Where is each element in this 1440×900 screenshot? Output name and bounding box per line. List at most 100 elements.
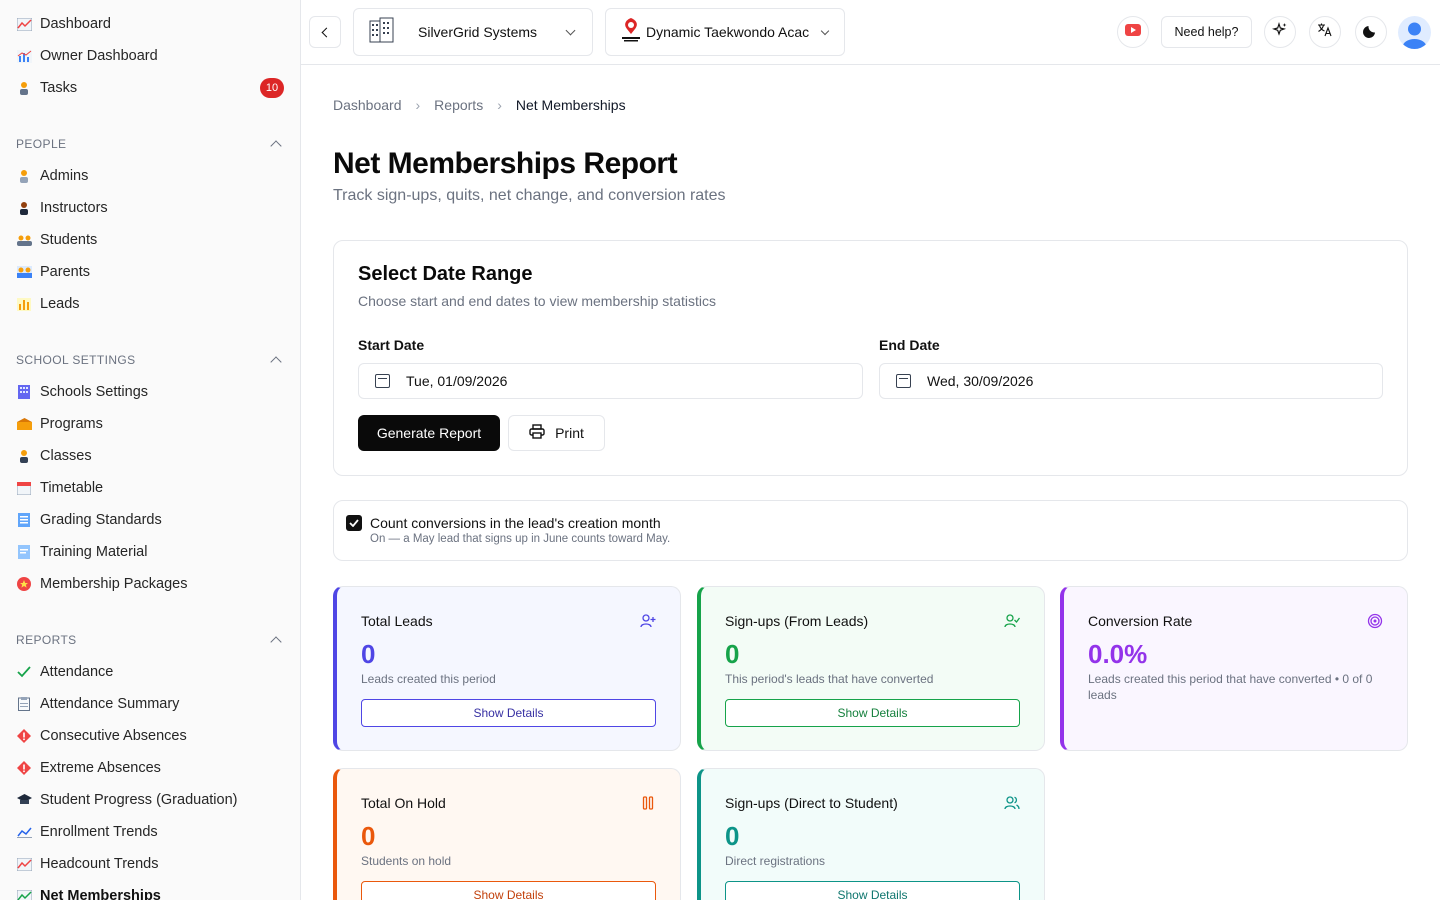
sidebar-item-admins[interactable]: Admins <box>16 164 284 188</box>
sidebar-item-owner-dashboard[interactable]: Owner Dashboard <box>16 44 284 68</box>
sidebar-item-parents[interactable]: Parents <box>16 260 284 284</box>
sidebar-item-tasks[interactable]: Tasks 10 <box>16 76 284 100</box>
ai-sparkle-button[interactable] <box>1264 16 1296 48</box>
school-selector[interactable]: Dynamic Taekwondo Acac <box>605 8 845 56</box>
user-avatar[interactable] <box>1398 16 1431 49</box>
sidebar-item-programs[interactable]: Programs <box>16 412 284 436</box>
breadcrumb-current: Net Memberships <box>515 97 626 113</box>
stat-value: 0 <box>725 639 740 669</box>
page-title: Net Memberships Report <box>333 147 678 180</box>
organization-selector[interactable]: SilverGrid Systems <box>353 8 593 56</box>
sidebar-item-student-progress[interactable]: Student Progress (Graduation) <box>16 788 284 812</box>
calendar-icon <box>16 480 32 496</box>
file-icon <box>16 544 32 560</box>
users-icon <box>1004 795 1020 811</box>
topbar: SilverGrid Systems Dynamic Taekwondo Aca… <box>301 0 1440 65</box>
parents-icon <box>16 264 32 280</box>
chart-icon <box>16 16 32 32</box>
sidebar-item-attendance-summary[interactable]: Attendance Summary <box>16 692 284 716</box>
signups-from-leads-card: Sign-ups (From Leads) 0 This period's le… <box>697 586 1045 751</box>
end-date-input[interactable]: Wed, 30/09/2026 <box>879 363 1383 399</box>
chevron-up-icon <box>270 140 282 152</box>
warning-diamond-icon <box>16 760 32 776</box>
sidebar-item-dashboard[interactable]: Dashboard <box>16 12 284 36</box>
need-help-button[interactable]: Need help? <box>1161 16 1252 48</box>
sidebar-item-timetable[interactable]: Timetable <box>16 476 284 500</box>
language-button[interactable] <box>1309 16 1341 48</box>
dark-mode-toggle[interactable] <box>1355 16 1387 48</box>
total-on-hold-show-details-button[interactable]: Show Details <box>361 881 656 900</box>
person-icon <box>16 80 32 96</box>
translate-icon <box>1317 22 1333 43</box>
stat-description: Students on hold <box>361 854 452 868</box>
user-plus-icon <box>640 613 656 629</box>
main-content: Dashboard › Reports › Net Memberships Ne… <box>301 65 1440 900</box>
check-icon <box>349 514 359 532</box>
start-date-input[interactable]: Tue, 01/09/2026 <box>358 363 863 399</box>
stat-description: This period's leads that have converted <box>725 672 934 686</box>
stat-description: Direct registrations <box>725 854 826 868</box>
generate-report-button[interactable]: Generate Report <box>358 415 500 451</box>
user-avatar-icon <box>1398 22 1431 49</box>
sidebar-item-consecutive-absences[interactable]: Consecutive Absences <box>16 724 284 748</box>
sidebar-item-headcount-trends[interactable]: Headcount Trends <box>16 852 284 876</box>
sidebar-item-students[interactable]: Students <box>16 228 284 252</box>
sidebar-item-classes[interactable]: Classes <box>16 444 284 468</box>
tasks-count-badge: 10 <box>260 78 284 98</box>
youtube-button[interactable] <box>1117 16 1149 48</box>
warning-diamond-icon <box>16 728 32 744</box>
sidebar-item-leads[interactable]: Leads <box>16 292 284 316</box>
chevron-up-icon <box>270 356 282 368</box>
calendar-icon <box>896 374 911 388</box>
breadcrumb-dashboard[interactable]: Dashboard <box>333 97 402 113</box>
conversion-month-checkbox[interactable] <box>346 515 362 531</box>
section-people-header[interactable]: PEOPLE <box>16 134 284 154</box>
signups-from-leads-show-details-button[interactable]: Show Details <box>725 699 1020 727</box>
sidebar-item-membership-packages[interactable]: Membership Packages <box>16 572 284 596</box>
leads-icon <box>16 296 32 312</box>
clipboard-icon <box>16 696 32 712</box>
conversion-option-label[interactable]: Count conversions in the lead's creation… <box>370 515 661 531</box>
target-icon <box>1367 613 1383 629</box>
building-icon <box>16 384 32 400</box>
start-date-label: Start Date <box>358 337 425 353</box>
page-subtitle: Track sign-ups, quits, net change, and c… <box>333 187 726 204</box>
sidebar-item-grading-standards[interactable]: Grading Standards <box>16 508 284 532</box>
signups-direct-card: Sign-ups (Direct to Student) 0 Direct re… <box>697 768 1045 900</box>
sidebar-item-instructors[interactable]: Instructors <box>16 196 284 220</box>
print-button[interactable]: Print <box>508 415 605 451</box>
calendar-icon <box>375 374 390 388</box>
sidebar-item-training-material[interactable]: Training Material <box>16 540 284 564</box>
youtube-icon <box>1125 23 1141 41</box>
chevron-right-icon: › <box>497 97 502 113</box>
chevron-down-icon <box>565 25 576 36</box>
stat-title: Conversion Rate <box>1088 613 1193 629</box>
date-range-card: Select Date Range Choose start and end d… <box>333 240 1408 476</box>
instructor-icon <box>16 200 32 216</box>
check-icon <box>16 664 32 680</box>
students-icon <box>16 232 32 248</box>
back-button[interactable] <box>309 16 341 48</box>
sidebar-item-schools-settings[interactable]: Schools Settings <box>16 380 284 404</box>
sparkle-icon <box>1271 21 1288 43</box>
programs-icon <box>16 416 32 432</box>
sidebar-item-attendance[interactable]: Attendance <box>16 660 284 684</box>
section-reports-header[interactable]: REPORTS <box>16 630 284 650</box>
signups-direct-show-details-button[interactable]: Show Details <box>725 881 1020 900</box>
breadcrumb-reports[interactable]: Reports <box>434 97 483 113</box>
sidebar-item-net-memberships[interactable]: Net Memberships <box>16 884 284 900</box>
membership-chart-icon <box>16 888 32 900</box>
admin-icon <box>16 168 32 184</box>
stat-title: Total On Hold <box>361 795 446 811</box>
stat-value: 0.0% <box>1088 639 1148 669</box>
sidebar-item-enrollment-trends[interactable]: Enrollment Trends <box>16 820 284 844</box>
printer-icon <box>529 424 545 442</box>
school-logo-icon <box>620 16 642 49</box>
chevron-right-icon: › <box>415 97 421 113</box>
total-leads-show-details-button[interactable]: Show Details <box>361 699 656 727</box>
date-range-title: Select Date Range <box>358 263 533 285</box>
sidebar-item-extreme-absences[interactable]: Extreme Absences <box>16 756 284 780</box>
graduation-cap-icon <box>16 792 32 808</box>
section-school-settings-header[interactable]: SCHOOL SETTINGS <box>16 350 284 370</box>
sidebar: Dashboard Owner Dashboard Tasks 10 PEOPL… <box>0 0 301 900</box>
